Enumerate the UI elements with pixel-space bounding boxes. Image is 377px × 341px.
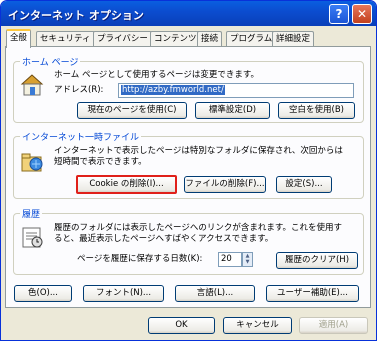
title-bar[interactable]: インターネット オプション ? ✕ — [1, 1, 376, 26]
help-icon: ? — [335, 7, 343, 21]
close-icon: ✕ — [356, 7, 368, 21]
tab-content[interactable]: コンテンツ — [150, 31, 201, 47]
history-days-label: ページを履歴に保存する日数(K): — [77, 254, 203, 264]
address-value: http://azby.fmworld.net/ — [121, 85, 225, 95]
home-page-group: ホーム ページ ホーム ページとして使用するページは変更できます。 アドレス(R… — [13, 55, 364, 123]
fonts-button[interactable]: フォント(N)... — [83, 285, 164, 302]
history-description-line2: ると、最近表示したページへすばやくアクセスできます。 — [54, 234, 274, 244]
use-current-button[interactable]: 現在のページを使用(C) — [77, 102, 187, 119]
history-days-input[interactable]: 20 — [218, 252, 242, 267]
address-label: アドレス(R): — [54, 85, 104, 95]
home-page-group-label: ホーム ページ — [20, 55, 81, 68]
home-icon — [19, 72, 45, 98]
address-input[interactable]: http://azby.fmworld.net/ — [118, 83, 354, 98]
settings-button[interactable]: 設定(S)... — [276, 176, 332, 193]
tab-advanced[interactable]: 詳細設定 — [272, 31, 315, 47]
temp-description-line1: インターネットで表示したページは特別なフォルダに保存され、次回からは — [54, 146, 343, 156]
cancel-button[interactable]: キャンセル — [223, 317, 292, 334]
delete-files-button[interactable]: ファイルの削除(F)... — [184, 176, 266, 193]
general-panel: ホーム ページ ホーム ページとして使用するページは変更できます。 アドレス(R… — [5, 46, 371, 308]
home-description: ホーム ページとして使用するページは変更できます。 — [54, 70, 260, 80]
tab-connections[interactable]: 接続 — [197, 31, 223, 47]
apply-button: 適用(A) — [299, 317, 368, 334]
tab-security[interactable]: セキュリティ — [36, 31, 95, 47]
use-blank-button[interactable]: 空白を使用(B) — [278, 102, 355, 119]
spin-down-icon[interactable]: ▼ — [243, 259, 252, 265]
internet-options-window: インターネット オプション ? ✕ 全般 セキュリティ プライバシー コンテンツ… — [0, 0, 377, 341]
close-button[interactable]: ✕ — [352, 4, 372, 24]
languages-button[interactable]: 言語(L)... — [175, 285, 255, 302]
ok-button[interactable]: OK — [148, 317, 215, 334]
history-group-label: 履歴 — [20, 207, 43, 220]
tab-general[interactable]: 全般 — [6, 29, 32, 48]
temp-files-group: インターネット一時ファイル インターネットで表示したページは特別なフォルダに保存… — [13, 130, 364, 199]
use-default-button[interactable]: 標準設定(D) — [195, 102, 270, 119]
clear-history-button[interactable]: 履歴のクリア(H) — [276, 252, 358, 269]
temp-files-icon — [19, 149, 45, 175]
temp-files-group-label: インターネット一時ファイル — [20, 130, 142, 143]
temp-description-line2: 短時間で表示できます。 — [54, 157, 147, 167]
history-group: 履歴 履歴のフォルダには表示したページへのリンクが含まれます。これを使用す ると… — [13, 207, 364, 275]
accessibility-button[interactable]: ユーザー補助(E)... — [266, 285, 359, 302]
colors-button[interactable]: 色(O)... — [14, 285, 72, 302]
history-icon — [19, 224, 45, 250]
help-button[interactable]: ? — [329, 4, 349, 24]
tab-programs[interactable]: プログラム — [226, 31, 277, 47]
history-description-line1: 履歴のフォルダには表示したページへのリンクが含まれます。これを使用す — [54, 223, 342, 233]
history-days-value: 20 — [221, 254, 232, 264]
delete-cookies-button[interactable]: Cookie の削除(I)... — [76, 175, 177, 194]
window-title: インターネット オプション — [8, 9, 144, 22]
tab-privacy[interactable]: プライバシー — [93, 31, 152, 47]
history-days-spinner[interactable]: ▲ ▼ — [242, 252, 253, 267]
